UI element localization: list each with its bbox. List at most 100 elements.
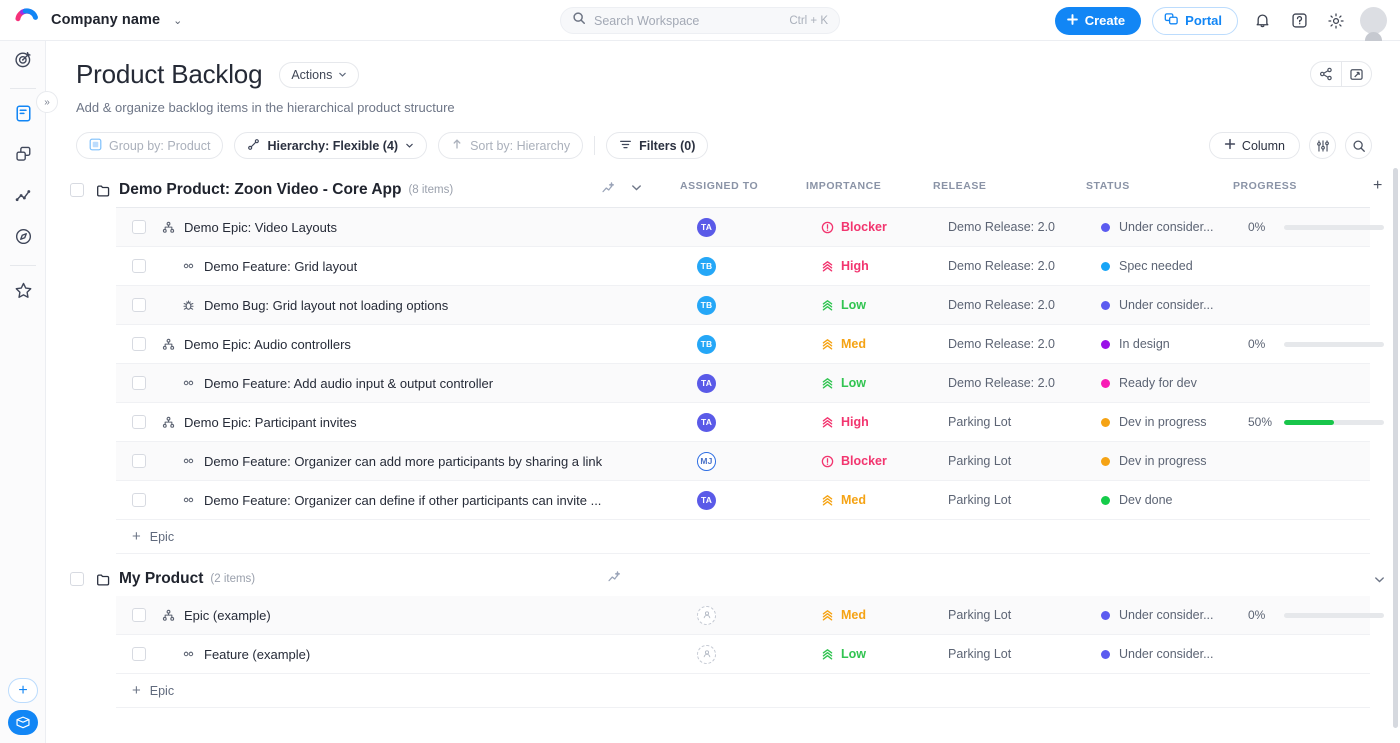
group-header[interactable]: Demo Product: Zoon Video - Core App(8 it…	[46, 173, 1400, 207]
group-select-checkbox[interactable]	[70, 183, 84, 197]
table-row[interactable]: Demo Epic: Audio controllersTBMedDemo Re…	[116, 325, 1370, 364]
cell-release[interactable]: Parking Lot	[948, 415, 1011, 429]
cell-status[interactable]: Under consider...	[1101, 608, 1214, 622]
table-row[interactable]: Demo Epic: Participant invitesTAHighPark…	[116, 403, 1370, 442]
cell-status[interactable]: Dev in progress	[1101, 454, 1207, 468]
row-select-checkbox[interactable]	[132, 493, 146, 507]
gear-icon[interactable]	[1323, 8, 1349, 34]
sort-by-chip[interactable]: Sort by: Hierarchy	[438, 132, 583, 159]
row-select-checkbox[interactable]	[132, 647, 146, 661]
cell-assigned-to[interactable]: TA	[697, 374, 716, 393]
table-row[interactable]: Feature (example)LowParking LotUnder con…	[116, 635, 1370, 674]
search-input[interactable]	[594, 14, 781, 28]
sidebar-item-analytics[interactable]	[0, 177, 46, 218]
cell-assigned-to[interactable]: TA	[697, 491, 716, 510]
cell-release[interactable]: Parking Lot	[948, 647, 1011, 661]
avatar-unassigned[interactable]	[697, 645, 716, 664]
sidebar-item-goals[interactable]	[0, 41, 46, 82]
cell-release[interactable]: Parking Lot	[948, 608, 1011, 622]
cell-release[interactable]: Parking Lot	[948, 493, 1011, 507]
row-select-checkbox[interactable]	[132, 608, 146, 622]
add-icon[interactable]: +	[8, 678, 38, 703]
cell-importance[interactable]: Low	[821, 647, 866, 661]
cell-status[interactable]: Under consider...	[1101, 298, 1214, 312]
help-icon[interactable]	[1286, 8, 1312, 34]
cell-assigned-to[interactable]: TA	[697, 413, 716, 432]
chevron-down-icon[interactable]: ⌄	[173, 14, 182, 27]
avatar[interactable]: TB	[697, 296, 716, 315]
avatar[interactable]: TB	[697, 335, 716, 354]
column-header[interactable]: IMPORTANCE	[806, 180, 881, 192]
sidebar-item-layers[interactable]	[0, 136, 46, 177]
group-header[interactable]: My Product(2 items)	[46, 562, 1400, 596]
create-button[interactable]: Create	[1055, 7, 1141, 35]
actions-dropdown[interactable]: Actions	[279, 62, 359, 88]
cell-importance[interactable]: Low	[821, 298, 866, 312]
cell-importance[interactable]: Low	[821, 376, 866, 390]
sliders-icon[interactable]	[1309, 132, 1336, 159]
avatar[interactable]: TB	[697, 257, 716, 276]
hierarchy-chip[interactable]: Hierarchy: Flexible (4)	[234, 132, 427, 159]
portal-button[interactable]: Portal	[1152, 7, 1238, 35]
table-row[interactable]: Demo Feature: Add audio input & output c…	[116, 364, 1370, 403]
row-select-checkbox[interactable]	[132, 337, 146, 351]
brand[interactable]: Company name ⌄	[0, 7, 182, 33]
cell-status[interactable]: Spec needed	[1101, 259, 1193, 273]
collapse-group-icon[interactable]	[630, 181, 643, 199]
cell-release[interactable]: Parking Lot	[948, 454, 1011, 468]
vertical-scrollbar[interactable]	[1393, 168, 1398, 728]
column-header[interactable]: STATUS	[1086, 180, 1130, 192]
column-header[interactable]: PROGRESS	[1233, 180, 1297, 192]
cell-status[interactable]: Under consider...	[1101, 647, 1214, 661]
column-header[interactable]: RELEASE	[933, 180, 986, 192]
cell-release[interactable]: Demo Release: 2.0	[948, 376, 1055, 390]
cell-assigned-to[interactable]	[697, 645, 716, 664]
table-row[interactable]: Demo Bug: Grid layout not loading option…	[116, 286, 1370, 325]
cell-assigned-to[interactable]: TB	[697, 257, 716, 276]
trend-icon[interactable]	[607, 569, 622, 589]
table-row[interactable]: Epic (example)MedParking LotUnder consid…	[116, 596, 1370, 635]
cell-release[interactable]: Demo Release: 2.0	[948, 337, 1055, 351]
cell-importance[interactable]: Blocker	[821, 454, 887, 468]
cell-progress[interactable]: 0%	[1248, 337, 1384, 351]
collapse-group-icon[interactable]	[1373, 573, 1386, 586]
cell-assigned-to[interactable]: TB	[697, 335, 716, 354]
avatar[interactable]: MJ	[697, 452, 716, 471]
add-epic-button[interactable]: +Epic	[116, 674, 1370, 708]
add-epic-button[interactable]: +Epic	[116, 520, 1370, 554]
row-select-checkbox[interactable]	[132, 298, 146, 312]
workspace-search[interactable]: Ctrl + K	[560, 7, 840, 34]
table-search-icon[interactable]	[1345, 132, 1372, 159]
avatar[interactable]: TA	[697, 413, 716, 432]
filters-chip[interactable]: Filters (0)	[606, 132, 708, 159]
expand-icon[interactable]	[1341, 62, 1371, 86]
cell-release[interactable]: Demo Release: 2.0	[948, 259, 1055, 273]
cell-assigned-to[interactable]: MJ	[697, 452, 716, 471]
cell-status[interactable]: Dev in progress	[1101, 415, 1207, 429]
row-select-checkbox[interactable]	[132, 454, 146, 468]
cell-status[interactable]: Ready for dev	[1101, 376, 1197, 390]
cell-importance[interactable]: Med	[821, 337, 866, 351]
cell-release[interactable]: Demo Release: 2.0	[948, 220, 1055, 234]
avatar[interactable]: TA	[697, 491, 716, 510]
table-row[interactable]: Demo Feature: Grid layoutTBHighDemo Rele…	[116, 247, 1370, 286]
cell-status[interactable]: Dev done	[1101, 493, 1173, 507]
cell-assigned-to[interactable]: TB	[697, 296, 716, 315]
cell-importance[interactable]: Blocker	[821, 220, 887, 234]
cell-importance[interactable]: High	[821, 415, 869, 429]
cell-progress[interactable]: 50%	[1248, 415, 1384, 429]
share-icon[interactable]	[1311, 62, 1341, 86]
cell-importance[interactable]: Med	[821, 608, 866, 622]
avatar[interactable]: TA	[697, 218, 716, 237]
row-select-checkbox[interactable]	[132, 259, 146, 273]
cell-importance[interactable]: Med	[821, 493, 866, 507]
group-by-chip[interactable]: Group by: Product	[76, 132, 223, 159]
cell-assigned-to[interactable]: TA	[697, 218, 716, 237]
table-row[interactable]: Demo Feature: Organizer can define if ot…	[116, 481, 1370, 520]
cell-assigned-to[interactable]	[697, 606, 716, 625]
row-select-checkbox[interactable]	[132, 376, 146, 390]
learn-icon[interactable]	[8, 710, 38, 735]
column-header[interactable]: ASSIGNED TO	[680, 180, 758, 192]
cell-importance[interactable]: High	[821, 259, 869, 273]
add-column-icon[interactable]: +	[1373, 177, 1383, 195]
